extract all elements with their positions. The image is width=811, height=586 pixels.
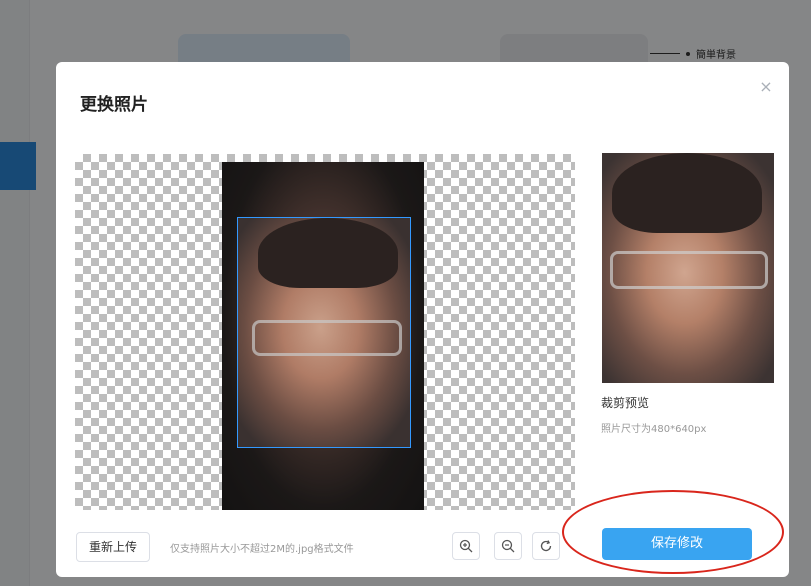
zoom-in-button[interactable] xyxy=(452,532,480,560)
preview-size-text: 照片尺寸为480*640px xyxy=(601,424,707,435)
zoom-in-icon xyxy=(459,539,473,553)
crop-selection-box[interactable] xyxy=(237,217,411,448)
close-icon[interactable]: × xyxy=(757,78,775,96)
rotate-button[interactable] xyxy=(532,532,560,560)
crop-preview-image xyxy=(602,153,774,383)
preview-title: 裁剪预览 xyxy=(601,396,650,410)
zoom-out-icon xyxy=(501,539,515,553)
rotate-icon xyxy=(540,540,552,552)
photo-glasses xyxy=(252,320,402,356)
dialog-title: 更换照片 xyxy=(80,95,148,115)
upload-hint: 仅支持照片大小不超过2M的.jpg格式文件 xyxy=(170,544,354,555)
change-photo-dialog: 更换照片 × 裁剪预览 照片尺寸为480*640px 重新上传 仅支持照片大小不… xyxy=(56,62,789,577)
preview-glasses xyxy=(610,251,768,289)
preview-hair xyxy=(612,153,762,233)
photo-hair xyxy=(258,218,398,288)
save-changes-button[interactable]: 保存修改 xyxy=(602,528,752,560)
zoom-out-button[interactable] xyxy=(494,532,522,560)
crop-canvas[interactable] xyxy=(75,154,575,510)
reupload-button[interactable]: 重新上传 xyxy=(76,532,150,562)
